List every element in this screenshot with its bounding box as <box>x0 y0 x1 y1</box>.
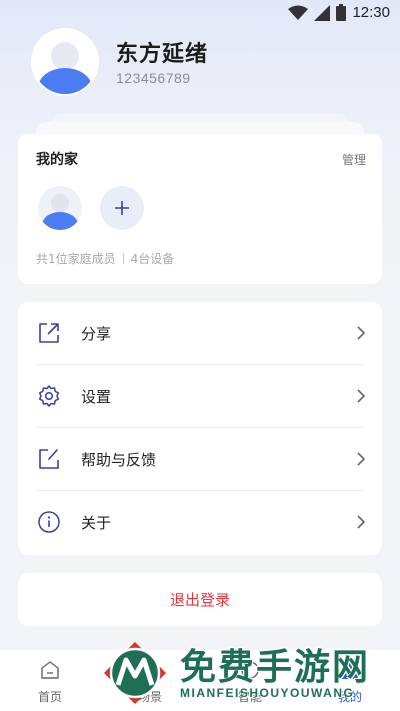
status-icons: 12:30 <box>288 4 390 21</box>
family-title: 我的家 <box>36 152 78 168</box>
avatar-body <box>42 212 78 230</box>
battery-icon <box>336 4 347 21</box>
family-summary: 共1位家庭成员 4台设备 <box>36 250 174 267</box>
chevron-right-icon <box>357 389 366 403</box>
menu-item-help-feedback[interactable]: 帮助与反馈 <box>18 428 382 491</box>
chevron-right-icon <box>357 515 366 529</box>
watermark-subtitle: MIANFEISHOUYOUWANG <box>180 686 355 700</box>
logout-button[interactable]: 退出登录 <box>18 573 382 626</box>
nav-item-home[interactable]: 首页 <box>0 650 100 711</box>
share-icon <box>39 323 59 343</box>
wifi-icon <box>288 5 309 20</box>
edit-icon <box>39 449 59 469</box>
watermark: 免费手游网 MIANFEISHOUYOUWANG <box>102 636 392 711</box>
menu-item-settings[interactable]: 设置 <box>18 365 382 428</box>
summary-divider <box>122 253 124 264</box>
menu-label-help-feedback: 帮助与反馈 <box>81 451 157 469</box>
avatar-body <box>38 68 92 94</box>
menu-item-about[interactable]: 关于 <box>18 491 382 554</box>
watermark-title: 免费手游网 <box>180 647 371 688</box>
gear-icon <box>38 385 60 407</box>
chevron-right-icon <box>357 452 366 466</box>
menu-label-share: 分享 <box>81 325 112 343</box>
signal-icon <box>314 4 331 21</box>
plus-icon <box>115 201 129 215</box>
logout-label: 退出登录 <box>169 591 230 609</box>
menu-card: 分享 设置 帮助与反馈 关于 <box>18 302 382 555</box>
family-member-avatar[interactable] <box>38 186 82 230</box>
profile-name[interactable]: 东方延绪 <box>116 36 208 68</box>
menu-label-settings: 设置 <box>81 388 112 406</box>
info-icon <box>38 511 60 533</box>
menu-label-about: 关于 <box>81 514 112 532</box>
avatar-head <box>51 194 69 212</box>
nav-label-home: 首页 <box>37 690 62 704</box>
status-time: 12:30 <box>352 4 390 21</box>
add-member-button[interactable] <box>100 186 144 230</box>
profile-avatar[interactable] <box>33 30 97 94</box>
home-icon <box>41 661 59 679</box>
watermark-logo-icon <box>104 642 166 704</box>
avatar-head <box>51 42 79 70</box>
chevron-right-icon <box>357 326 366 340</box>
family-devices-count: 4台设备 <box>130 252 175 266</box>
menu-item-share[interactable]: 分享 <box>18 302 382 365</box>
family-card: 我的家 管理 共1位家庭成员 4台设备 <box>18 134 382 284</box>
family-members-count: 共1位家庭成员 <box>36 252 116 266</box>
status-bar: 12:30 <box>0 0 400 28</box>
family-manage-link[interactable]: 管理 <box>342 151 366 168</box>
profile-id: 123456789 <box>116 70 191 86</box>
